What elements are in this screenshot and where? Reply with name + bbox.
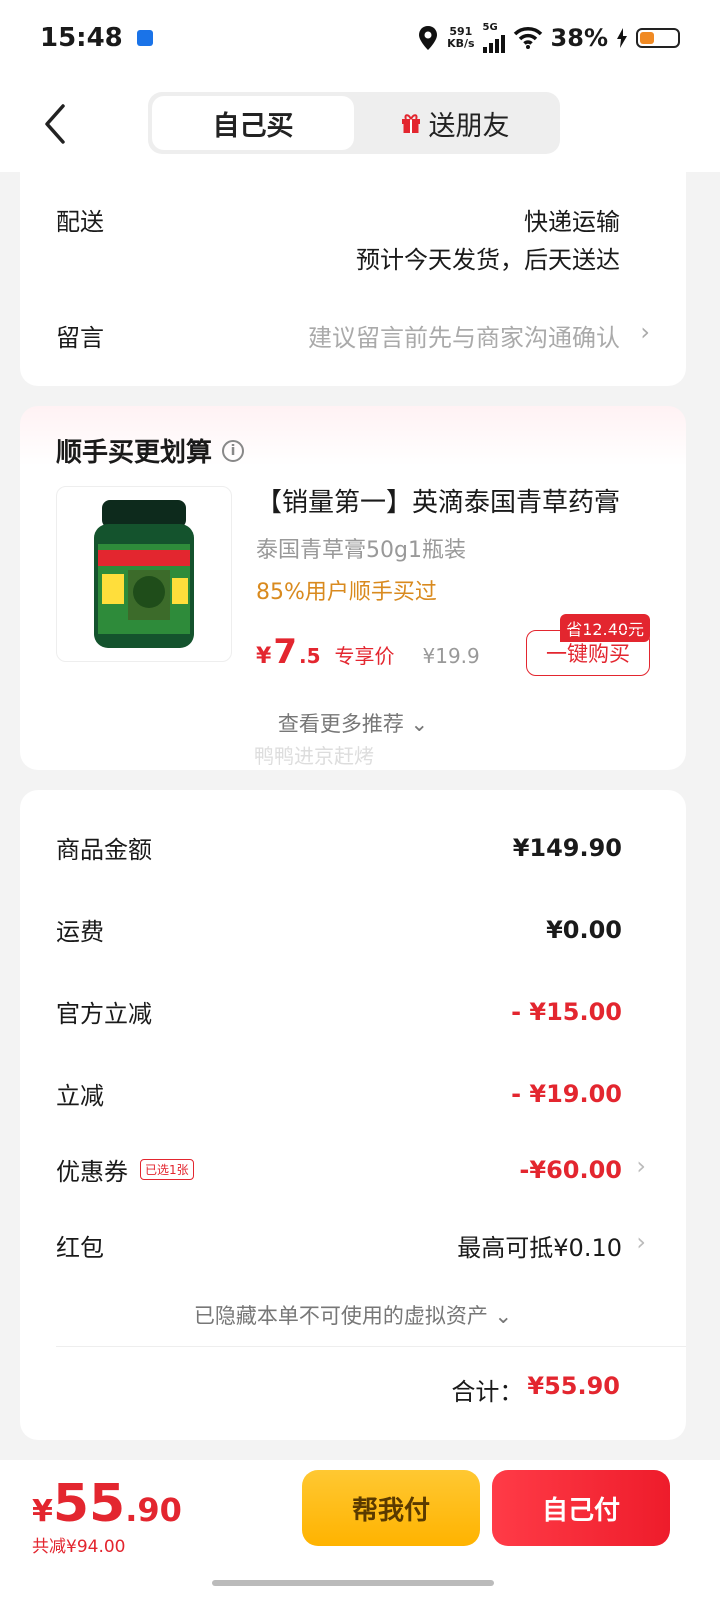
chevron-left-icon: [45, 104, 65, 144]
price-currency: ¥: [256, 644, 272, 669]
price-tag: 专享价: [334, 644, 395, 668]
top-nav: 自己买 送朋友: [0, 76, 720, 172]
message-label: 留言: [56, 324, 104, 352]
info-icon[interactable]: i: [222, 439, 245, 462]
product-title[interactable]: 【销量第一】英滴泰国青草药膏: [256, 482, 620, 519]
product-image[interactable]: [56, 486, 232, 662]
net-speed: 591 KB/s: [447, 26, 474, 50]
red-packet-value: 最高可抵¥0.10: [457, 1234, 622, 1262]
official-discount-row: 官方立减 - ¥15.00: [56, 994, 622, 1029]
tab-buy-self-label: 自己买: [212, 110, 294, 142]
coupon-label: 优惠券: [56, 1158, 128, 1186]
bottom-pay-bar: ¥ 55 .90 共减¥94.00 帮我付 自己付: [0, 1460, 720, 1600]
status-right: 591 KB/s 5G 38%: [417, 23, 680, 53]
delivery-eta: 预计今天发货，后天送达: [356, 246, 620, 274]
order-total-label: 合计：: [451, 1378, 524, 1406]
price-integer: 7: [273, 632, 297, 672]
purchase-mode-switch: 自己买 送朋友: [148, 92, 560, 154]
upsell-title: 顺手买更划算 i: [56, 432, 245, 469]
official-discount-label: 官方立减: [56, 1000, 152, 1028]
delivery-row: 配送 快递运输 预计今天发货，后天送达: [56, 202, 650, 274]
back-button[interactable]: [30, 94, 80, 154]
tab-gift-friend[interactable]: 送朋友: [354, 96, 556, 150]
one-click-buy-button[interactable]: 一键购买: [526, 630, 650, 676]
original-price: ¥19.9: [422, 644, 480, 668]
help-pay-button[interactable]: 帮我付: [302, 1470, 480, 1546]
delivery-method: 快递运输: [524, 208, 620, 236]
product-spec: 泰国青草膏50g1瓶装: [256, 538, 466, 563]
pay-total-integer: 55: [52, 1474, 126, 1534]
location-icon: [419, 26, 438, 50]
delivery-card: 配送 快递运输 预计今天发货，后天送达 留言 建议留言前先与商家沟通确认 ›: [20, 170, 686, 386]
shipping-label: 运费: [56, 918, 104, 946]
battery-percent: 38%: [550, 24, 608, 52]
goods-amount-label: 商品金额: [56, 836, 152, 864]
instant-discount-row: 立减 - ¥19.00: [56, 1076, 622, 1111]
upsell-card: 顺手买更划算 i 【销量第一】英滴泰国青草药膏 泰国青草膏50g1瓶装 85%用…: [20, 406, 686, 770]
order-total-value: ¥55.90: [527, 1372, 620, 1400]
shipping-value: ¥0.00: [546, 915, 622, 944]
charging-icon: [617, 28, 627, 48]
goods-amount-row: 商品金额 ¥149.90: [56, 830, 622, 865]
balm-jar-image: [94, 500, 194, 648]
hidden-assets-label: 已隐藏本单不可使用的虚拟资产: [193, 1304, 488, 1328]
signal: 5G: [482, 22, 505, 53]
red-packet-row[interactable]: 红包 最高可抵¥0.10: [56, 1228, 622, 1263]
more-recommendations[interactable]: 查看更多推荐 ⌄: [20, 708, 686, 738]
goods-amount-value: ¥149.90: [512, 833, 622, 862]
status-bar: 15:48 591 KB/s 5G 38%: [0, 0, 720, 76]
coupon-chevron-icon: ›: [636, 1152, 646, 1180]
pay-total-currency: ¥: [32, 1494, 53, 1529]
coupon-badge: 已选1张: [140, 1159, 194, 1180]
wifi-icon: [513, 27, 542, 49]
red-packet-chevron-icon: ›: [636, 1228, 646, 1256]
red-packet-label: 红包: [56, 1234, 104, 1262]
divider: [56, 1346, 686, 1347]
price-summary-card: 商品金额 ¥149.90 运费 ¥0.00 官方立减 - ¥15.00 立减 -…: [20, 790, 686, 1440]
battery-icon: [636, 28, 680, 48]
chevron-right-icon: ›: [640, 318, 650, 346]
gift-icon: [401, 114, 420, 133]
shipping-row: 运费 ¥0.00: [56, 912, 622, 947]
more-recommendations-label: 查看更多推荐: [277, 712, 404, 736]
self-pay-button[interactable]: 自己付: [492, 1470, 670, 1546]
product-hint: 85%用户顺手买过: [256, 580, 437, 605]
status-time: 15:48: [40, 23, 123, 53]
official-discount-value: - ¥15.00: [511, 997, 622, 1026]
chevron-down-icon: ⌄: [494, 1304, 513, 1328]
home-indicator[interactable]: [212, 1580, 494, 1586]
net-speed-unit: KB/s: [447, 37, 475, 50]
price-decimal: .5: [298, 644, 321, 668]
chevron-down-icon: ⌄: [410, 712, 429, 736]
instant-discount-value: - ¥19.00: [511, 1079, 622, 1108]
network-type: 5G: [482, 22, 498, 33]
coupon-row[interactable]: 优惠券 已选1张 -¥60.00: [56, 1152, 622, 1187]
pay-total-decimal: .90: [125, 1491, 182, 1529]
instant-discount-label: 立减: [56, 1082, 104, 1110]
pay-total: ¥ 55 .90: [32, 1474, 182, 1534]
hidden-assets-toggle[interactable]: 已隐藏本单不可使用的虚拟资产 ⌄: [20, 1300, 686, 1330]
message-placeholder[interactable]: 建议留言前先与商家沟通确认: [308, 318, 620, 353]
delivery-label: 配送: [56, 208, 104, 236]
total-saved: 共减¥94.00: [32, 1537, 126, 1557]
tab-buy-self[interactable]: 自己买: [152, 96, 354, 150]
product-price: ¥ 7 .5 专享价 ¥19.9: [256, 632, 480, 672]
message-row[interactable]: 留言 建议留言前先与商家沟通确认 ›: [56, 318, 650, 353]
order-total: 合计： ¥55.90: [451, 1372, 620, 1407]
signal-bars-icon: [482, 33, 505, 53]
upsell-title-text: 顺手买更划算: [56, 438, 213, 468]
app-notification-icon: [136, 30, 153, 46]
tab-gift-friend-label: 送朋友: [428, 110, 510, 142]
watermark: 鸭鸭进京赶烤: [254, 744, 374, 768]
coupon-value: -¥60.00: [519, 1155, 622, 1184]
